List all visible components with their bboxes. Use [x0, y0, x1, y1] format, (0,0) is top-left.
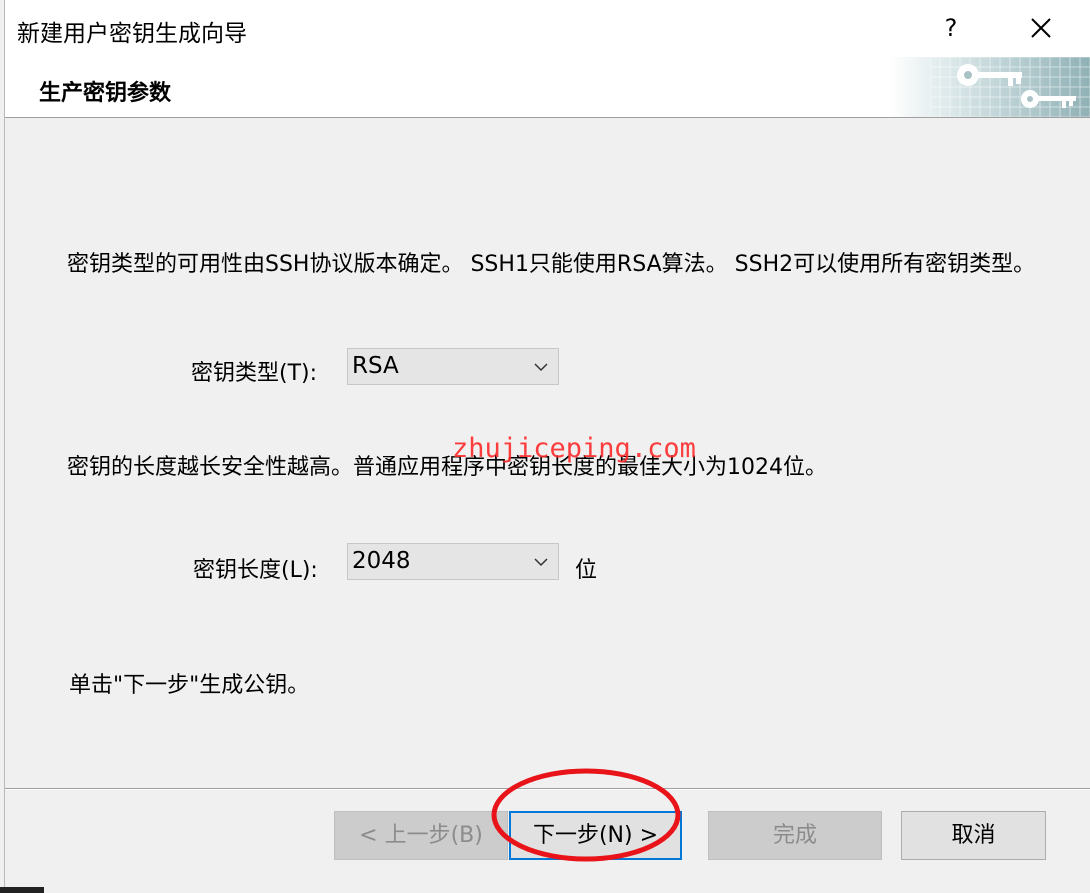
next-button[interactable]: 下一步(N) > — [509, 811, 682, 860]
key-length-dropdown[interactable]: 2048 — [347, 543, 559, 580]
key-length-unit: 位 — [575, 558, 598, 583]
key-length-label: 密钥长度(L): — [193, 558, 318, 583]
key-type-label: 密钥类型(T): — [191, 361, 318, 386]
key-type-value: RSA — [352, 353, 399, 379]
chevron-down-icon — [534, 363, 548, 372]
window-title: 新建用户密钥生成向导 — [17, 21, 247, 47]
page-title: 生产密钥参数 — [39, 81, 172, 106]
title-bar: 新建用户密钥生成向导 ? — [5, 0, 1090, 57]
wizard-header: 生产密钥参数 — [5, 57, 1090, 118]
key-type-dropdown[interactable]: RSA — [347, 348, 559, 385]
key-length-value: 2048 — [352, 548, 411, 574]
back-button[interactable]: < 上一步(B) — [334, 811, 508, 860]
key-type-description: 密钥类型的可用性由SSH协议版本确定。 SSH1只能使用RSA算法。 SSH2可… — [67, 252, 1036, 277]
close-button[interactable] — [1014, 6, 1068, 50]
key-length-description: 密钥的长度越长安全性越高。普通应用程序中密钥长度的最佳大小为1024位。 — [67, 455, 827, 480]
key-generation-wizard-dialog: 新建用户密钥生成向导 ? 生产密钥参数 密钥类型的可用性由SSH协议版本确定。 … — [0, 0, 1090, 893]
watermark: zhujiceping.com — [452, 433, 696, 464]
cancel-button[interactable]: 取消 — [901, 811, 1046, 860]
help-button[interactable]: ? — [924, 6, 978, 50]
keys-banner-icon — [890, 57, 1090, 117]
chevron-down-icon — [534, 558, 548, 567]
footer-divider — [5, 788, 1090, 790]
instruction-text: 单击"下一步"生成公钥。 — [69, 673, 310, 698]
finish-button[interactable]: 完成 — [708, 811, 882, 860]
window-left-edge — [0, 0, 5, 893]
window-bottom-edge — [0, 887, 44, 893]
close-icon — [1031, 18, 1051, 38]
